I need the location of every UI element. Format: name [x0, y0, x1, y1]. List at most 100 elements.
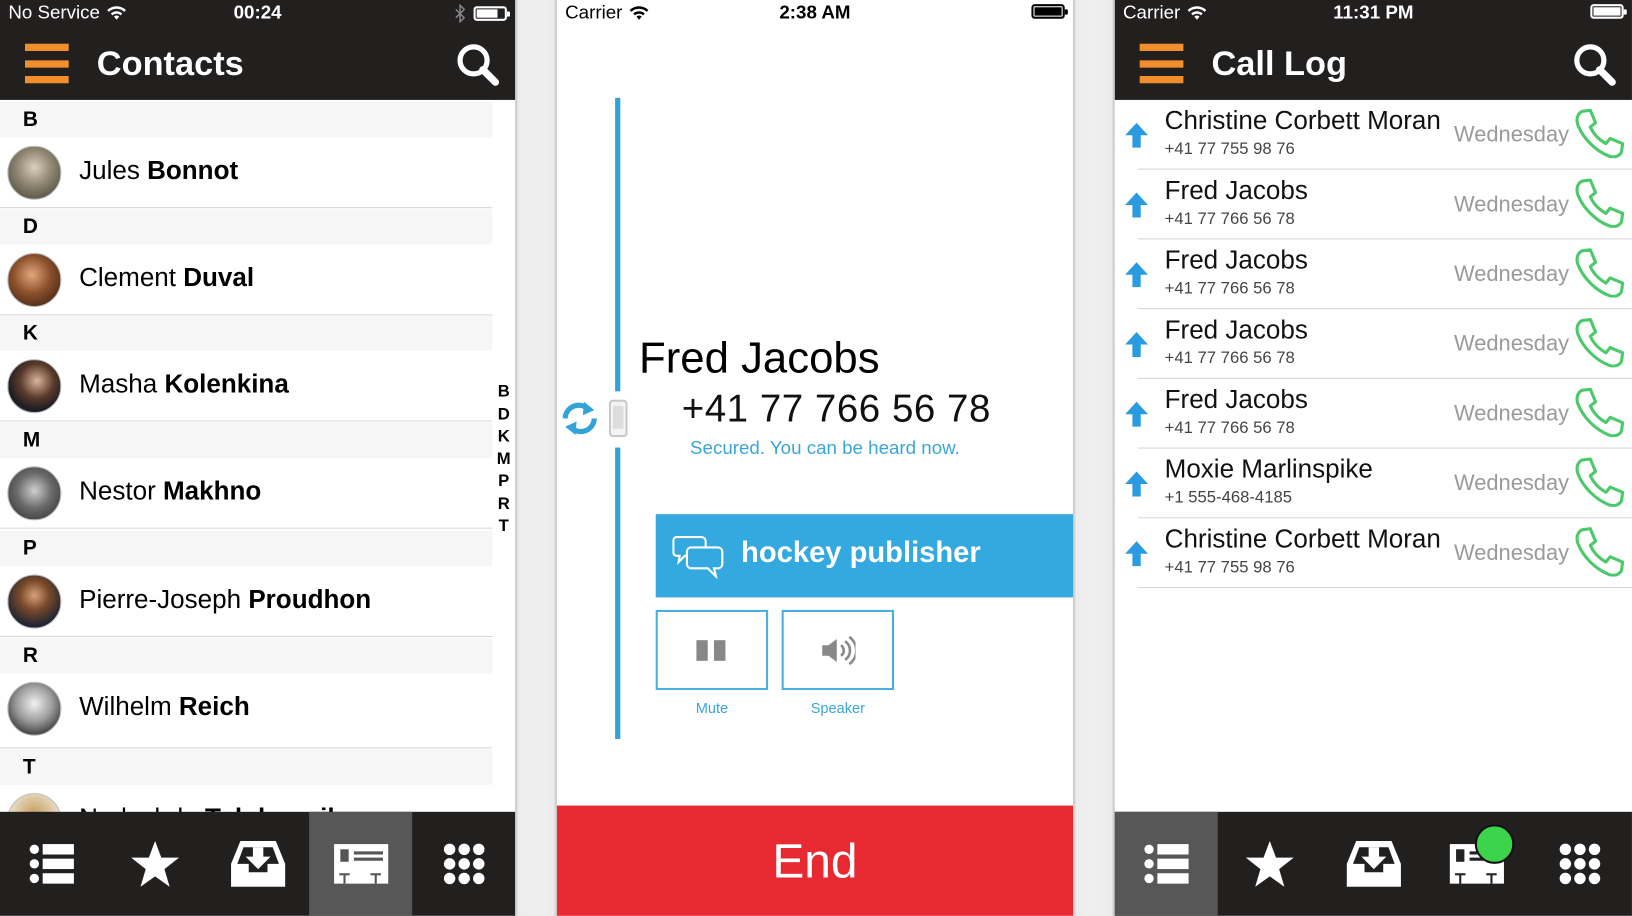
call-day: Wednesday: [1453, 192, 1570, 217]
caller-number: +41 77 766 56 78: [1164, 279, 1295, 298]
caller-number: +41 77 766 56 78: [1164, 349, 1295, 368]
contact-row[interactable]: Wilhelm Reich: [0, 673, 493, 749]
call-back-icon[interactable]: [1574, 387, 1626, 438]
contact-name: Nestor Makhno: [79, 476, 262, 506]
contact-name: Jules Bonnot: [79, 156, 239, 186]
caller-name: Fred Jacobs: [1164, 175, 1308, 206]
speaker-button[interactable]: [781, 609, 895, 691]
call-back-icon[interactable]: [1574, 108, 1626, 159]
call-log-row[interactable]: Fred Jacobs +41 77 766 56 78 Wednesday: [1115, 309, 1632, 379]
call-log-row[interactable]: Moxie Marlinspike +1 555-468-4185 Wednesda…: [1115, 449, 1632, 519]
contact-row[interactable]: Masha Kolenkina: [0, 351, 493, 422]
call-log-row[interactable]: Christine Corbett Moran +41 77 755 98 76 W…: [1115, 518, 1632, 589]
contact-row[interactable]: Pierre-Joseph Proudhon: [0, 566, 493, 637]
avatar: [7, 252, 62, 308]
header: No Service 00:24 Contacts: [0, 0, 516, 100]
section-header: R: [0, 638, 493, 674]
index-letter[interactable]: K: [495, 426, 512, 448]
call-back-icon[interactable]: [1574, 317, 1626, 368]
call-log-screen: Carrier 11:31 PM Call Log Christine Corb…: [1114, 0, 1632, 916]
call-back-icon[interactable]: [1574, 457, 1626, 507]
contact-name: Pierre-Joseph Proudhon: [79, 584, 372, 615]
call-log-row[interactable]: Fred Jacobs +41 77 766 56 78 Wednesday: [1115, 379, 1632, 449]
tab-keypad[interactable]: [412, 812, 515, 916]
tab-favorites[interactable]: [103, 812, 206, 916]
section-header: M: [0, 422, 493, 458]
outgoing-arrow-icon: [1125, 401, 1149, 427]
caller-name: Christine Corbett Moran: [1164, 106, 1441, 136]
menu-button[interactable]: [1139, 43, 1184, 84]
panel-divider: [1073, 0, 1115, 916]
header: Carrier 11:31 PM Call Log: [1114, 0, 1632, 100]
row-separator: [1137, 587, 1632, 589]
contact-row[interactable]: Nestor Makhno: [0, 458, 493, 529]
call-log-row[interactable]: Fred Jacobs +41 77 766 56 78 Wednesday: [1115, 170, 1632, 240]
page-title: Call Log: [1211, 43, 1347, 83]
contact-row[interactable]: Jules Bonnot: [0, 137, 493, 209]
tab-keypad[interactable]: [1529, 812, 1632, 916]
keypad-icon: [443, 843, 484, 885]
index-letter[interactable]: M: [495, 448, 512, 470]
call-screen: Carrier 2:38 AM Fred Jacobs +41 77 766 5…: [556, 0, 1074, 916]
call-day: Wednesday: [1453, 541, 1570, 566]
timeline-line: [615, 97, 621, 392]
menu-button[interactable]: [24, 43, 69, 84]
pause-icon: [696, 639, 726, 661]
mute-button[interactable]: [655, 609, 769, 691]
status-bar: No Service 00:24: [0, 0, 515, 27]
contact-row[interactable]: Clement Duval: [0, 245, 493, 316]
index-letter[interactable]: D: [495, 403, 512, 425]
caller-number: +41 77 755 98 76: [1164, 140, 1295, 159]
refresh-icon[interactable]: [557, 398, 603, 440]
nav-bar: Contacts: [0, 27, 515, 100]
status-time: 11:31 PM: [1333, 2, 1414, 23]
search-icon[interactable]: [455, 42, 501, 88]
status-bar: Carrier 11:31 PM: [1115, 0, 1632, 27]
avatar: [7, 145, 62, 200]
call-back-icon[interactable]: [1574, 527, 1626, 577]
page-title: Contacts: [96, 43, 244, 83]
phone-device-icon: [608, 399, 628, 438]
mute-label: Mute: [695, 699, 729, 717]
caller-number: +41 77 766 56 78: [681, 387, 991, 430]
index-letter[interactable]: P: [495, 470, 512, 492]
sas-phrase: hockey publisher: [741, 536, 981, 569]
star-icon: [130, 840, 179, 887]
tab-inbox[interactable]: [206, 812, 309, 916]
tab-bar: [0, 811, 516, 916]
caller-name: Moxie Marlinspike: [1164, 454, 1373, 484]
section-header: D: [0, 209, 493, 245]
section-header: P: [0, 530, 493, 567]
tab-inbox[interactable]: [1322, 812, 1425, 916]
caller-number: +41 77 755 98 76: [1164, 558, 1295, 577]
index-letter[interactable]: T: [495, 515, 512, 537]
speaker-icon: [822, 635, 856, 665]
section-index[interactable]: B D K M P R T: [495, 381, 512, 538]
tab-contacts[interactable]: [1425, 812, 1528, 916]
index-letter[interactable]: R: [495, 493, 512, 515]
section-header: T: [0, 749, 493, 785]
outgoing-arrow-icon: [1125, 122, 1149, 148]
avatar: [7, 574, 62, 629]
call-back-icon[interactable]: [1574, 248, 1626, 298]
search-icon[interactable]: [1572, 42, 1618, 88]
caller-name: Fred Jacobs: [1164, 385, 1308, 415]
battery-icon: [1031, 4, 1068, 19]
end-call-button[interactable]: End: [556, 805, 1074, 916]
tab-contacts[interactable]: [309, 811, 413, 916]
avatar: [7, 681, 62, 736]
call-back-icon[interactable]: [1574, 178, 1626, 228]
index-letter[interactable]: B: [495, 381, 512, 403]
status-time: 2:38 AM: [779, 2, 851, 23]
outgoing-arrow-icon: [1125, 192, 1149, 218]
call-log-row[interactable]: Fred Jacobs +41 77 766 56 78 Wednesday: [1115, 239, 1632, 310]
keypad-icon: [1559, 843, 1601, 885]
tab-call-log[interactable]: [1114, 811, 1219, 916]
tab-favorites[interactable]: [1218, 812, 1321, 916]
contact-card-icon: [333, 844, 388, 884]
tab-bar: [1114, 811, 1632, 916]
tab-call-log[interactable]: [0, 812, 103, 916]
caller-number: +41 77 766 56 78: [1164, 419, 1295, 438]
inbox-icon: [230, 840, 285, 887]
call-log-row[interactable]: Christine Corbett Moran +41 77 755 98 76 W…: [1115, 100, 1632, 170]
